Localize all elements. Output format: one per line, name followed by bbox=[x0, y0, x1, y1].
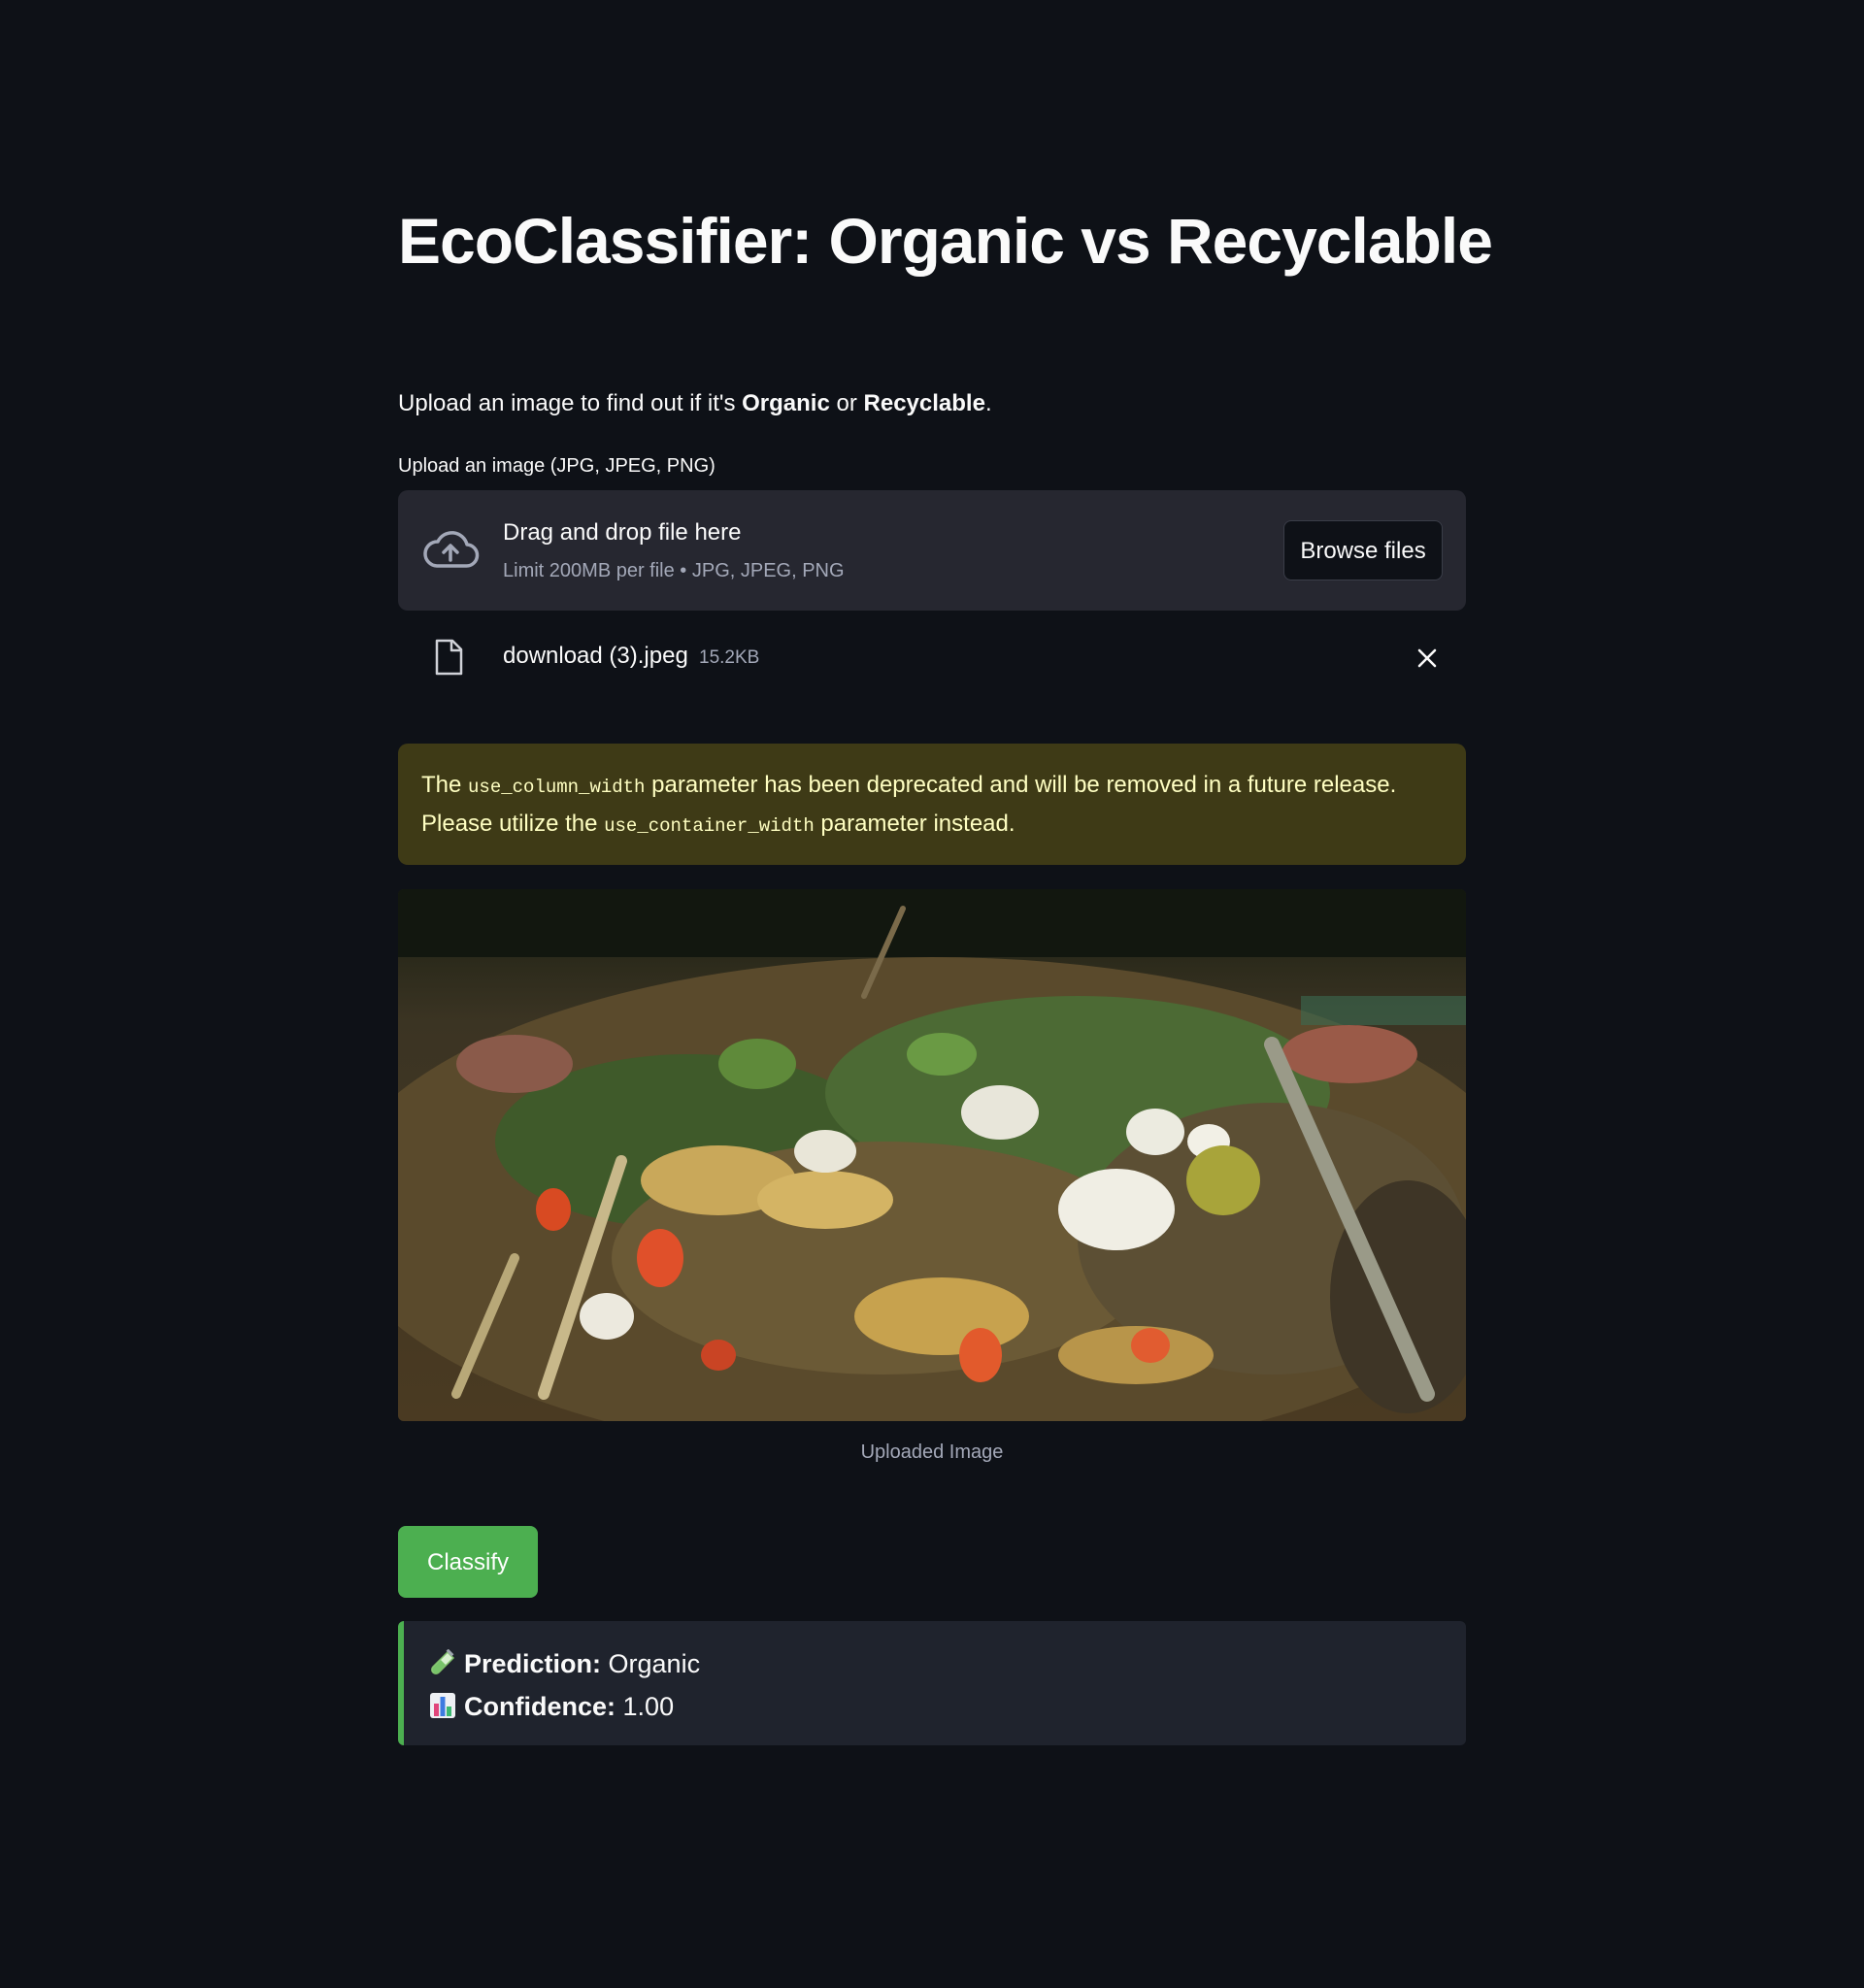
intro-organic: Organic bbox=[742, 390, 830, 416]
page-title: EcoClassifier: Organic vs Recyclable bbox=[398, 205, 1493, 277]
bar-chart-icon bbox=[430, 1693, 455, 1718]
intro-prefix: Upload an image to find out if it's bbox=[398, 390, 743, 416]
deprecation-warning: The use_column_width parameter has been … bbox=[398, 744, 1466, 865]
warning-code-2: use_container_width bbox=[604, 815, 815, 837]
warning-code-1: use_column_width bbox=[468, 777, 646, 798]
prediction-label: Prediction: bbox=[464, 1649, 602, 1678]
compost-photo bbox=[398, 889, 1466, 1421]
warning-text-1: The bbox=[421, 772, 469, 798]
drop-subtitle: Limit 200MB per file • JPG, JPEG, PNG bbox=[503, 560, 845, 581]
confidence-line: Confidence: 1.00 bbox=[429, 1689, 674, 1724]
file-name: download (3).jpeg bbox=[503, 643, 688, 669]
warning-text-3: parameter instead. bbox=[814, 811, 1015, 837]
uploaded-file-row: download (3).jpeg 15.2KB bbox=[398, 631, 1466, 685]
prediction-result: Prediction: Organic Confidence: 1.00 bbox=[398, 1621, 1466, 1745]
browse-files-button[interactable]: Browse files bbox=[1283, 520, 1443, 580]
test-tube-icon bbox=[431, 1649, 455, 1674]
uploaded-image bbox=[398, 889, 1466, 1421]
image-caption: Uploaded Image bbox=[860, 1441, 1004, 1463]
uploader-label: Upload an image (JPG, JPEG, PNG) bbox=[398, 455, 716, 477]
cloud-upload-icon bbox=[423, 531, 480, 568]
file-dropzone[interactable]: Drag and drop file here Limit 200MB per … bbox=[398, 490, 1466, 611]
intro-recyclable: Recyclable bbox=[863, 390, 985, 416]
prediction-value: Organic bbox=[608, 1649, 701, 1678]
drop-title: Drag and drop file here bbox=[503, 519, 742, 546]
confidence-label: Confidence: bbox=[464, 1692, 616, 1721]
classify-button[interactable]: Classify bbox=[398, 1526, 538, 1598]
file-icon bbox=[435, 639, 463, 676]
close-icon[interactable] bbox=[1415, 646, 1439, 670]
intro-text: Upload an image to find out if it's Orga… bbox=[398, 388, 992, 419]
intro-suffix: . bbox=[984, 390, 992, 416]
confidence-value: 1.00 bbox=[622, 1692, 675, 1721]
file-size: 15.2KB bbox=[699, 647, 760, 668]
intro-middle: or bbox=[829, 390, 864, 416]
prediction-line: Prediction: Organic bbox=[429, 1646, 700, 1681]
